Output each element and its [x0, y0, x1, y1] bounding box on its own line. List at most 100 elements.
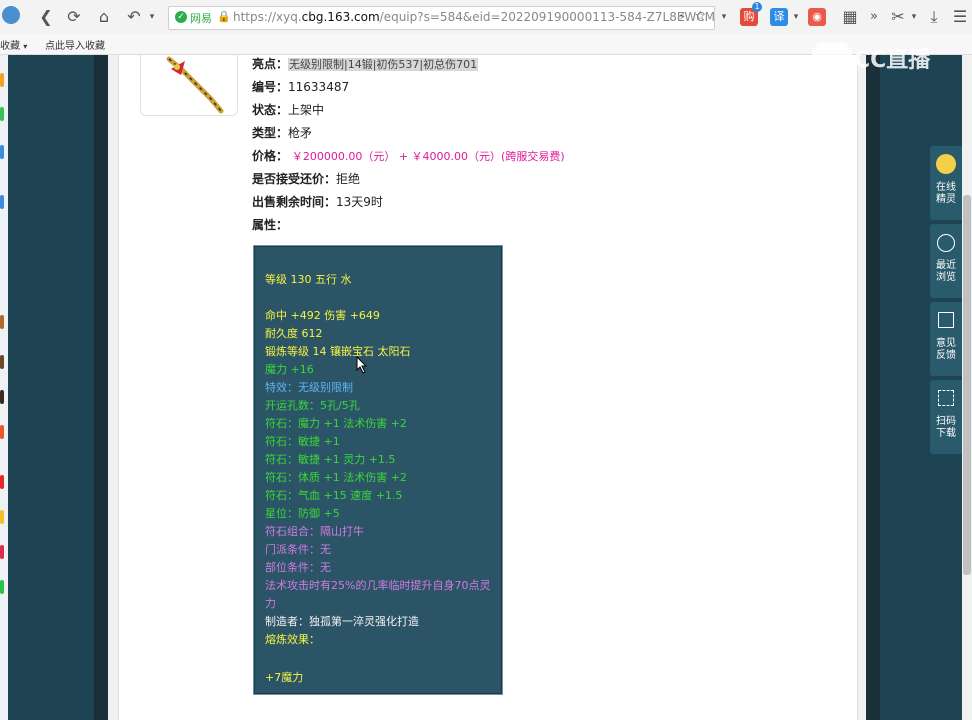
chevron-down-icon: ▾: [23, 42, 28, 51]
menu-icon[interactable]: ☰: [950, 7, 970, 27]
attr-smelt-value: +7魔力: [265, 671, 304, 684]
app-icon[interactable]: [0, 73, 4, 87]
attr-rune: 符石：体质 +1 法术伤害 +2: [265, 471, 407, 484]
app-icon[interactable]: [0, 510, 4, 524]
recent-browse-button[interactable]: 最近 浏览: [930, 224, 962, 298]
time-remaining-label: 出售剩余时间：: [252, 195, 337, 209]
spear-icon: [166, 56, 224, 114]
app-icon[interactable]: [0, 425, 4, 439]
attr-forge-level: 锻炼等级 14 镶嵌宝石 太阳石: [265, 345, 411, 358]
chevron-down-icon[interactable]: ▾: [142, 7, 162, 27]
cloud-logo-icon: [812, 42, 852, 66]
chevron-down-icon[interactable]: ▾: [904, 7, 924, 27]
chevron-down-icon[interactable]: ▾: [786, 7, 806, 27]
highlights-value: 无级别限制|14锻|初伤537|初总伤701: [288, 58, 479, 71]
attr-maker: 制造者：独孤第一淬灵强化打造: [265, 615, 419, 628]
app-icon[interactable]: [0, 545, 4, 559]
attributes-label: 属性：: [252, 218, 289, 232]
refresh-icon[interactable]: ⟳: [64, 7, 84, 27]
undo-icon[interactable]: ↶: [124, 7, 144, 27]
game-extension-icon[interactable]: ◉: [808, 8, 826, 26]
url-text: https://xyq.cbg.163.com/equip?s=584&eid=…: [233, 10, 715, 24]
app-icon[interactable]: [0, 145, 4, 159]
online-assistant-label: 在线 精灵: [936, 182, 956, 205]
attr-school-requirement: 门派条件：无: [265, 543, 331, 556]
feedback-button[interactable]: 意见 反馈: [930, 302, 962, 376]
mouse-cursor-icon: [356, 356, 368, 374]
app-icon[interactable]: [0, 355, 4, 369]
status-label: 状态：: [252, 103, 289, 117]
attr-smelt-label: 熔炼效果：: [265, 633, 320, 646]
site-label: 网易: [190, 12, 212, 25]
highlights-label: 亮点：: [252, 57, 289, 71]
app-icon[interactable]: [0, 475, 4, 489]
back-icon[interactable]: ❮: [36, 7, 56, 27]
assistant-avatar-icon: [936, 154, 956, 174]
apps-grid-icon[interactable]: ▦: [840, 7, 860, 27]
bookmark-favorites-label: 收藏: [0, 41, 20, 52]
url-domain: cbg.163.com: [301, 10, 380, 24]
shield-icon: ✓: [175, 11, 187, 23]
status-value: 上架中: [288, 103, 325, 117]
bargain-row: 是否接受还价：拒绝: [252, 170, 360, 187]
extension-badge: 1: [752, 2, 762, 12]
url-rest: /equip?s=584&eid=202209190000113-584-Z7L…: [379, 10, 716, 24]
id-value: 11633487: [288, 80, 350, 94]
page-scrollbar[interactable]: [962, 55, 972, 720]
home-icon[interactable]: ⌂: [94, 7, 114, 27]
recent-browse-label: 最近 浏览: [936, 260, 956, 283]
attr-rune-combo: 符石组合：隔山打牛: [265, 525, 364, 538]
scan-download-label: 扫码 下载: [936, 416, 956, 439]
attr-durability: 耐久度 612: [265, 327, 323, 340]
page-frame-right: [866, 55, 880, 720]
left-app-strip: [0, 55, 8, 720]
attr-rune: 符石：魔力 +1 法术伤害 +2: [265, 417, 407, 430]
attr-effect-line: 力: [265, 597, 276, 610]
feedback-label: 意见 反馈: [936, 338, 956, 361]
attr-level: 等级 130 五行 水: [265, 273, 352, 286]
page-background-left: [8, 55, 94, 720]
scan-download-button[interactable]: 扫码 下载: [930, 380, 962, 454]
more-chevron-icon[interactable]: »: [864, 7, 884, 27]
attr-rune: 符石：敏捷 +1: [265, 435, 340, 448]
item-image: [140, 55, 238, 116]
attr-part-requirement: 部位条件：无: [265, 561, 331, 574]
price-value: ￥200000.00（元） + ￥4000.00（元）(跨服交易费): [291, 150, 565, 163]
attr-rune: 符石：气血 +15 速度 +1.5: [265, 489, 403, 502]
attributes-panel: 等级 130 五行 水 命中 +492 伤害 +649 耐久度 612 锻炼等级…: [253, 245, 503, 695]
attr-special-effect: 特效：无级别限制: [265, 381, 353, 394]
scrollbar-thumb[interactable]: [963, 195, 971, 575]
online-assistant-button[interactable]: 在线 精灵: [930, 146, 962, 220]
attr-effect-line: 法术攻击时有25%的几率临时提升自身70点灵: [265, 579, 491, 592]
app-icon[interactable]: [0, 195, 4, 209]
floating-sidebar: 在线 精灵 最近 浏览 意见 反馈 扫码 下载: [930, 146, 962, 454]
lock-icon: 🔒: [217, 10, 231, 23]
bargain-label: 是否接受还价：: [252, 172, 337, 186]
clock-icon: [937, 234, 955, 252]
time-remaining-value: 13天9时: [336, 195, 383, 209]
type-label: 类型：: [252, 126, 289, 140]
browser-logo-icon: [2, 6, 20, 24]
status-row: 状态：上架中: [252, 101, 324, 118]
scan-icon: [938, 390, 954, 406]
bookmark-favorites[interactable]: 收藏 ▾: [0, 37, 27, 52]
app-icon[interactable]: [0, 580, 4, 594]
bookmark-import[interactable]: 点此导入收藏: [45, 37, 105, 52]
lightning-icon[interactable]: ⚡: [678, 10, 686, 23]
cc-live-watermark: CC直播: [812, 38, 942, 73]
address-bar[interactable]: ✓ 网易 🔒 https://xyq.cbg.163.com/equip?s=5…: [168, 6, 715, 30]
attr-rune: 符石：敏捷 +1 灵力 +1.5: [265, 453, 396, 466]
edit-icon: [938, 312, 954, 328]
download-icon[interactable]: ⤓: [924, 7, 944, 27]
app-icon[interactable]: [0, 107, 4, 121]
bargain-value: 拒绝: [336, 172, 361, 186]
price-label: 价格：: [252, 149, 289, 163]
watermark-text: CC直播: [854, 48, 931, 73]
attr-star: 星位：防御 +5: [265, 507, 340, 520]
app-icon[interactable]: [0, 390, 4, 404]
id-label: 编号：: [252, 80, 289, 94]
chevron-down-icon[interactable]: ▾: [714, 7, 734, 27]
app-icon[interactable]: [0, 315, 4, 329]
star-icon[interactable]: ☆: [694, 9, 706, 24]
browser-toolbar: ❮ ⟳ ⌂ ↶ ▾ ✓ 网易 🔒 https://xyq.cbg.163.com…: [0, 0, 972, 35]
